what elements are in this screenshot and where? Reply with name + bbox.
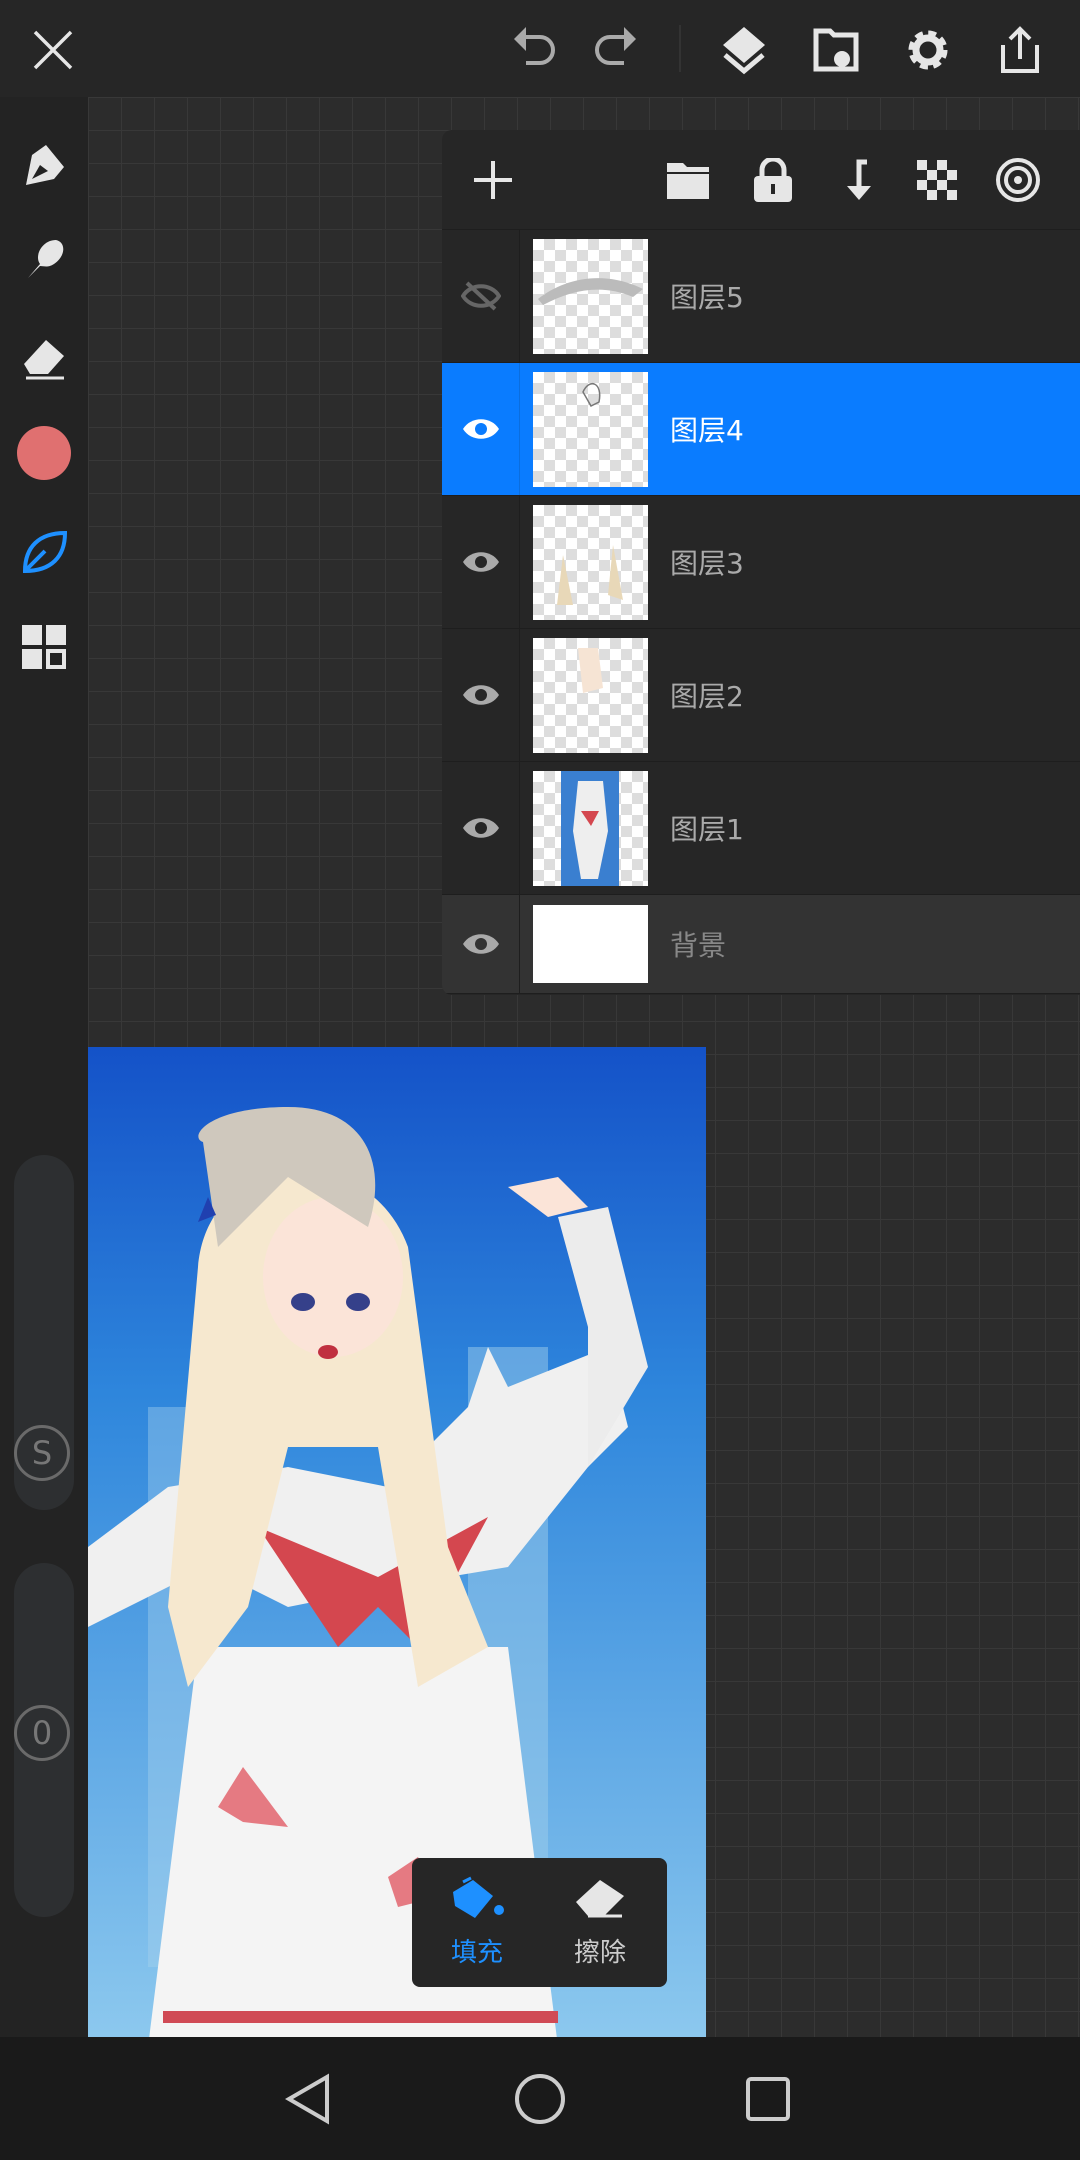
layers-panel: 图层5 图层4 图层3 图层2 图层1 背景: [442, 130, 1080, 995]
pen-icon[interactable]: [14, 135, 74, 195]
size-slider-knob[interactable]: S: [14, 1425, 70, 1481]
layers-icon[interactable]: [714, 20, 774, 80]
layer-row-selected[interactable]: 图层4: [442, 363, 1080, 496]
paint-bucket-icon: [453, 1876, 504, 1918]
layer-thumbnail: [533, 638, 648, 753]
layer-name: 图层2: [670, 680, 744, 713]
smudge-leaf-icon[interactable]: [14, 522, 74, 582]
color-swatch[interactable]: [14, 423, 74, 483]
brush-icon[interactable]: [14, 228, 74, 288]
eraser-icon: [576, 1880, 624, 1918]
system-nav-bar: [0, 2037, 1080, 2160]
home-icon[interactable]: [508, 2067, 572, 2131]
layer-row[interactable]: 图层2: [442, 629, 1080, 762]
layer-row[interactable]: 图层3: [442, 496, 1080, 629]
left-sliders: S 0: [0, 1047, 88, 2037]
layer-name: 图层1: [670, 813, 744, 846]
fill-erase-popup: 填充 擦除: [412, 1858, 667, 1987]
folder-icon[interactable]: [658, 150, 718, 210]
redo-icon[interactable]: [585, 20, 645, 80]
transparency-icon[interactable]: [907, 150, 967, 210]
eye-icon[interactable]: [442, 895, 520, 993]
layer-thumbnail: [533, 239, 648, 354]
layers-panel-header: [442, 130, 1080, 230]
size-slider[interactable]: S: [14, 1155, 74, 1510]
top-toolbar: [0, 0, 1080, 97]
eraser-icon[interactable]: [14, 328, 74, 388]
layer-name: 背景: [670, 929, 727, 962]
eye-icon[interactable]: [442, 496, 520, 628]
add-layer-icon[interactable]: [463, 150, 523, 210]
grid-apps-icon[interactable]: [14, 617, 74, 677]
fill-button[interactable]: 填充: [417, 1858, 537, 1987]
divider: [679, 25, 681, 72]
settings-icon[interactable]: [898, 20, 958, 80]
import-file-icon[interactable]: [807, 20, 867, 80]
share-icon[interactable]: [990, 20, 1050, 80]
recents-icon[interactable]: [736, 2067, 800, 2131]
erase-button[interactable]: 擦除: [540, 1858, 660, 1987]
layer-thumbnail: [533, 372, 648, 487]
erase-label: 擦除: [573, 1938, 626, 1968]
opacity-slider[interactable]: 0: [14, 1563, 74, 1917]
target-icon[interactable]: [988, 150, 1048, 210]
eye-icon[interactable]: [442, 629, 520, 761]
eye-hidden-icon[interactable]: [442, 230, 520, 362]
layer-name: 图层5: [670, 281, 744, 314]
left-toolbar: [0, 97, 88, 1047]
layer-name: 图层3: [670, 547, 744, 580]
back-icon[interactable]: [276, 2067, 340, 2131]
layer-thumbnail: [533, 505, 648, 620]
layer-name: 图层4: [670, 414, 744, 447]
background-layer-row[interactable]: 背景: [442, 895, 1080, 994]
close-icon[interactable]: [23, 20, 83, 80]
eye-icon[interactable]: [442, 363, 520, 495]
opacity-slider-knob[interactable]: 0: [14, 1705, 70, 1761]
eye-icon[interactable]: [442, 762, 520, 894]
lock-icon[interactable]: [743, 150, 803, 210]
undo-icon[interactable]: [505, 20, 565, 80]
layer-row[interactable]: 图层1: [442, 762, 1080, 895]
merge-down-icon[interactable]: [825, 150, 885, 210]
layer-thumbnail: [533, 771, 648, 886]
background-thumbnail: [533, 905, 648, 983]
fill-label: 填充: [450, 1938, 503, 1968]
layer-row[interactable]: 图层5: [442, 230, 1080, 363]
